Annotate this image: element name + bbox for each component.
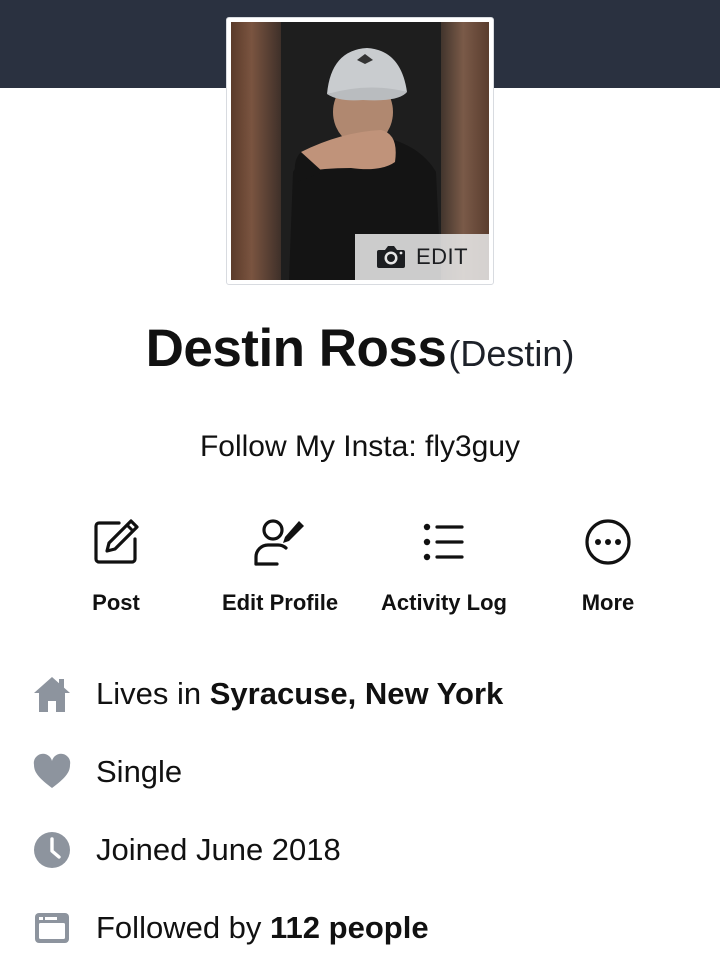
clock-icon (34, 832, 70, 868)
person-edit-icon (254, 519, 304, 566)
lives-in-place[interactable]: Syracuse, New York (210, 676, 504, 711)
profile-name-row: Destin Ross(Destin) (0, 318, 720, 379)
home-icon (34, 677, 70, 712)
post-label: Post (92, 590, 140, 615)
relationship-row[interactable]: Single (30, 750, 182, 794)
profile-name: Destin Ross (145, 319, 447, 378)
lives-in-prefix: Lives in (96, 676, 210, 711)
activity-log-button[interactable]: Activity Log (362, 514, 526, 616)
relationship-text: Single (96, 754, 183, 789)
lives-in-text: Lives in Syracuse, New York (96, 676, 503, 712)
heart-icon (33, 753, 71, 788)
profile-picture-frame[interactable]: EDIT (226, 17, 494, 285)
more-button[interactable]: More (526, 514, 690, 616)
edit-profile-button[interactable]: Edit Profile (198, 514, 362, 616)
activity-log-label: Activity Log (381, 590, 507, 615)
profile-actions: Post Edit Profile Activity Log More (34, 514, 690, 624)
joined-text: Joined June 2018 (96, 832, 341, 867)
compose-icon (94, 519, 139, 564)
more-label: More (581, 590, 635, 615)
joined-row[interactable]: Joined June 2018 (30, 828, 341, 872)
profile-alternate-name: (Destin) (448, 333, 575, 374)
list-icon (423, 523, 464, 561)
post-button[interactable]: Post (34, 514, 198, 616)
followers-row[interactable]: Followed by 112 people (30, 906, 429, 950)
camera-icon (376, 246, 405, 268)
edit-photo-button[interactable]: EDIT (355, 234, 489, 280)
more-icon (585, 519, 631, 565)
followers-text: Followed by 112 people (96, 910, 429, 946)
profile-bio: Follow My Insta: fly3guy (199, 430, 521, 463)
followers-count[interactable]: 112 people (270, 910, 429, 945)
followers-prefix: Followed by (96, 910, 271, 945)
edit-photo-label: EDIT (415, 244, 469, 269)
lives-in-row[interactable]: Lives in Syracuse, New York (30, 672, 503, 716)
followers-card-icon (35, 913, 69, 943)
edit-profile-label: Edit Profile (221, 590, 339, 615)
